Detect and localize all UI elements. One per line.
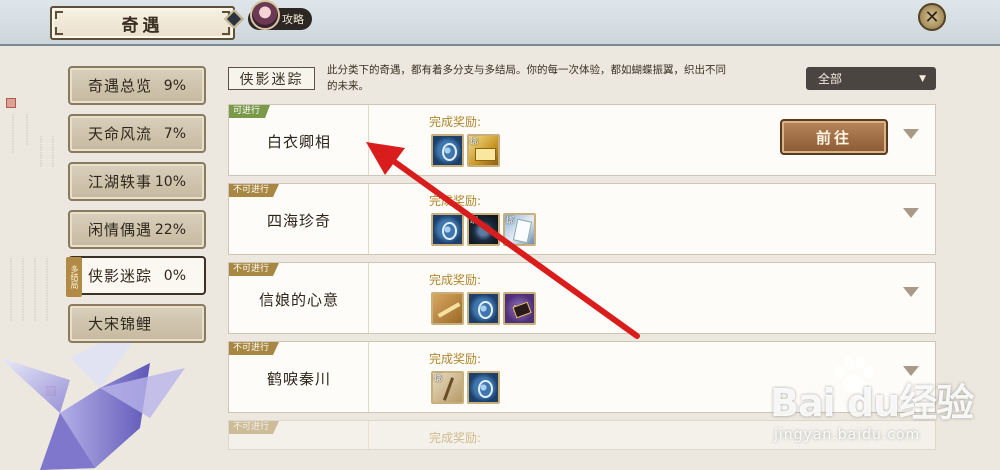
watermark-url: jingyan.baidu.com bbox=[774, 427, 921, 443]
watermark: Bai du经验 jingyan.baidu.com bbox=[770, 372, 974, 443]
watermark-logo: Bai du经验 bbox=[770, 381, 974, 425]
